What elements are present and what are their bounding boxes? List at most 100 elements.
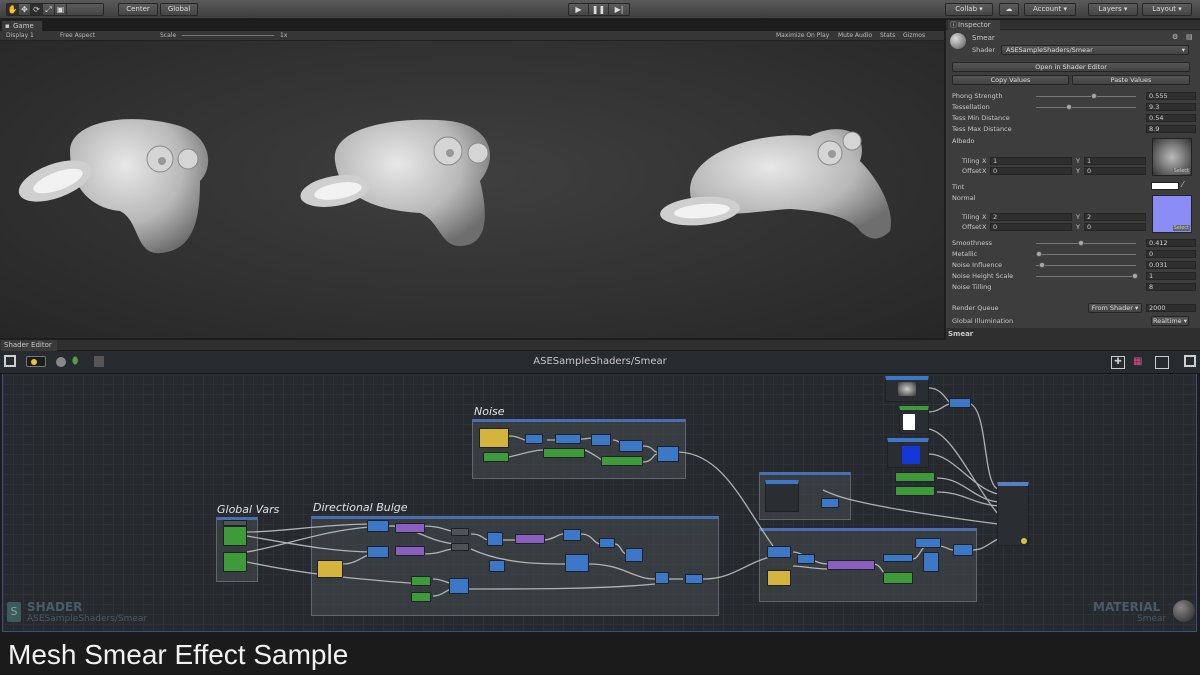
node-output-master[interactable]	[997, 482, 1029, 546]
gi-dropdown[interactable]: Realtime ▾	[1151, 316, 1189, 326]
stats-toggle[interactable]: Stats	[880, 31, 895, 40]
scale-icon[interactable]: ⤢	[43, 4, 55, 15]
node-op[interactable]	[949, 398, 971, 408]
cloud-icon[interactable]: ☁	[999, 3, 1019, 16]
render-queue-mode-dropdown[interactable]: From Shader ▾	[1088, 303, 1142, 313]
slider-knob[interactable]	[1091, 93, 1097, 99]
node-op[interactable]	[915, 538, 941, 548]
metallic-slider[interactable]	[1036, 251, 1136, 257]
node-graph-canvas[interactable]: Noise Global Vars Directional Bulge S SH…	[2, 374, 1197, 632]
node-time[interactable]	[479, 428, 509, 448]
book-icon[interactable]: ▤	[1186, 33, 1193, 41]
node-input[interactable]	[767, 570, 791, 586]
account-dropdown[interactable]: Account ▾	[1024, 3, 1076, 16]
select-label[interactable]: Select	[1172, 168, 1190, 174]
node-op[interactable]	[487, 532, 503, 546]
smoothness-slider[interactable]	[1036, 240, 1136, 246]
save-icon[interactable]	[26, 356, 46, 367]
normal-tiling-y[interactable]: 2	[1084, 213, 1146, 221]
node-global-var-a[interactable]	[223, 526, 247, 546]
node-normal-sampler[interactable]	[887, 438, 929, 468]
noise-influence-slider[interactable]	[1036, 262, 1136, 268]
tint-color-swatch[interactable]	[1151, 182, 1179, 190]
node-op[interactable]	[797, 554, 815, 564]
node-op[interactable]	[367, 546, 389, 558]
prop-value[interactable]: 0.555	[1146, 92, 1196, 100]
node-op[interactable]	[525, 434, 543, 444]
node-op[interactable]	[451, 528, 469, 536]
node-input[interactable]	[483, 452, 509, 462]
prop-value[interactable]: 8	[1146, 283, 1196, 291]
prop-value[interactable]: 8.9	[1146, 125, 1196, 133]
prop-value[interactable]: 0	[1146, 250, 1196, 258]
aspect-select[interactable]: Free Aspect	[60, 31, 95, 40]
rect-icon[interactable]: ▣	[55, 4, 67, 15]
settings-gear-icon[interactable]: ⚙	[1172, 33, 1178, 41]
hand-icon[interactable]: ✋	[7, 4, 19, 15]
maximize-right-icon[interactable]	[1184, 355, 1196, 367]
node-op[interactable]	[685, 574, 703, 584]
clean-unused-icon[interactable]: ⬮	[72, 356, 78, 367]
rotate-icon[interactable]: ⟳	[31, 4, 43, 15]
node-function[interactable]	[395, 523, 425, 533]
slider-knob[interactable]	[1132, 273, 1138, 279]
node-tint-color[interactable]	[899, 406, 929, 434]
collab-dropdown[interactable]: Collab ▾	[945, 3, 993, 16]
node-op[interactable]	[657, 446, 679, 462]
render-queue-value[interactable]: 2000	[1146, 304, 1196, 312]
albedo-tiling-x[interactable]: 1	[990, 157, 1072, 165]
prop-value[interactable]: 9.3	[1146, 103, 1196, 111]
node-op[interactable]	[625, 548, 643, 562]
display-select[interactable]: Display 1	[6, 31, 34, 40]
game-viewport[interactable]	[0, 41, 944, 338]
slider-knob[interactable]	[1066, 104, 1072, 110]
node-input[interactable]	[883, 572, 913, 584]
normal-offset-y[interactable]: 0	[1084, 223, 1146, 231]
mute-toggle[interactable]: Mute Audio	[838, 31, 872, 40]
layers-dropdown[interactable]: Layers ▾	[1088, 3, 1138, 16]
focus-icon[interactable]: ✚	[1111, 356, 1125, 369]
prop-value[interactable]: 0.54	[1146, 114, 1196, 122]
node-input[interactable]	[543, 448, 585, 458]
albedo-offset-x[interactable]: 0	[990, 167, 1072, 175]
node-op[interactable]	[367, 520, 389, 532]
normal-tiling-x[interactable]: 2	[990, 213, 1072, 221]
node-op[interactable]	[451, 543, 469, 551]
node-op[interactable]	[591, 434, 611, 446]
tessellation-slider[interactable]	[1036, 104, 1136, 110]
node-op[interactable]	[883, 554, 913, 562]
normal-texture-thumb[interactable]: Select	[1152, 195, 1192, 233]
node-op[interactable]	[619, 440, 643, 452]
share-icon[interactable]	[94, 356, 104, 367]
node-input[interactable]	[411, 576, 431, 586]
node-global-var-b[interactable]	[223, 552, 247, 572]
node-op[interactable]	[767, 546, 791, 558]
select-label[interactable]: Select	[1172, 225, 1190, 231]
slider-knob[interactable]	[1078, 240, 1084, 246]
move-icon[interactable]: ✥	[19, 4, 31, 15]
normal-offset-x[interactable]: 0	[990, 223, 1072, 231]
node-op[interactable]	[563, 529, 581, 541]
albedo-offset-y[interactable]: 0	[1084, 167, 1146, 175]
maximize-toggle[interactable]: Maximize On Play	[776, 31, 829, 40]
node-op[interactable]	[821, 498, 839, 508]
copy-values-button[interactable]: Copy Values	[952, 75, 1069, 85]
open-shader-editor-button[interactable]: Open in Shader Editor	[952, 62, 1190, 72]
live-mode-icon[interactable]	[56, 357, 66, 367]
albedo-tiling-y[interactable]: 1	[1084, 157, 1146, 165]
eyedropper-icon[interactable]: ⁄	[1182, 180, 1183, 189]
maximize-icon[interactable]	[4, 355, 16, 367]
node-albedo-sampler[interactable]	[885, 376, 929, 402]
grid-icon[interactable]: ▦	[1133, 356, 1147, 369]
scale-slider[interactable]	[182, 35, 274, 36]
node-input[interactable]	[411, 592, 431, 602]
node-op[interactable]	[489, 560, 505, 572]
prop-value[interactable]: 0.412	[1146, 239, 1196, 247]
step-icon[interactable]: ▶|	[609, 4, 629, 15]
prop-value[interactable]: 1	[1146, 272, 1196, 280]
pause-icon[interactable]: ❚❚	[589, 4, 609, 15]
node-op[interactable]	[953, 544, 973, 556]
prop-value[interactable]: 0.031	[1146, 261, 1196, 269]
albedo-texture-thumb[interactable]: Select	[1152, 138, 1192, 176]
node-op[interactable]	[655, 572, 669, 584]
